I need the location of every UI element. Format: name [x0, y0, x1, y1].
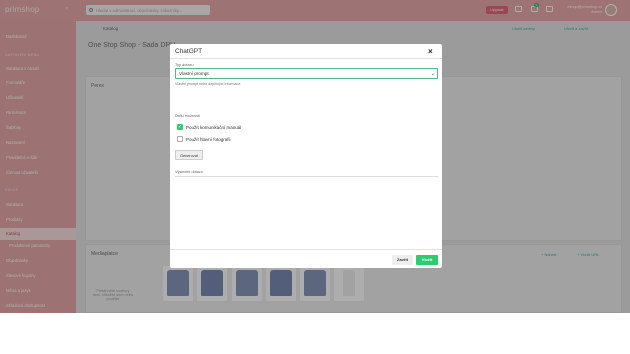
options-label: Další možnosti	[175, 114, 200, 118]
type-help-text: Vlastní prompt nebo doplňující informace…	[175, 82, 242, 86]
generate-button[interactable]: Generovat	[175, 150, 203, 160]
type-label: Typ dotazu	[175, 63, 194, 67]
result-textarea[interactable]	[175, 176, 438, 246]
result-label: Výsledek dotazu	[175, 170, 203, 174]
close-button[interactable]: Zavřít	[392, 255, 413, 265]
modal-title: ChatGPT	[175, 48, 203, 55]
checkbox-checked[interactable]: ✓	[177, 124, 183, 130]
option-label: Použít komunikační manuál	[186, 124, 242, 130]
chatgpt-modal: ChatGPT × Typ dotazu Vlastní prompt ⌄ Vla…	[170, 44, 442, 268]
type-select-value: Vlastní prompt	[179, 71, 209, 76]
page-bottom	[0, 313, 630, 354]
divider	[170, 58, 442, 59]
checkbox-unchecked[interactable]	[177, 136, 183, 142]
insert-button[interactable]: Vložit	[416, 255, 438, 265]
close-icon[interactable]: ×	[428, 47, 433, 56]
option-communication-manual[interactable]: ✓ Použít komunikační manuál	[177, 124, 241, 130]
divider	[170, 249, 442, 250]
option-main-photo[interactable]: Použít hlavní fotografii	[177, 136, 231, 142]
chevron-down-icon: ⌄	[430, 71, 435, 77]
option-label: Použít hlavní fotografii	[186, 136, 231, 142]
type-select[interactable]: Vlastní prompt ⌄	[175, 68, 438, 79]
